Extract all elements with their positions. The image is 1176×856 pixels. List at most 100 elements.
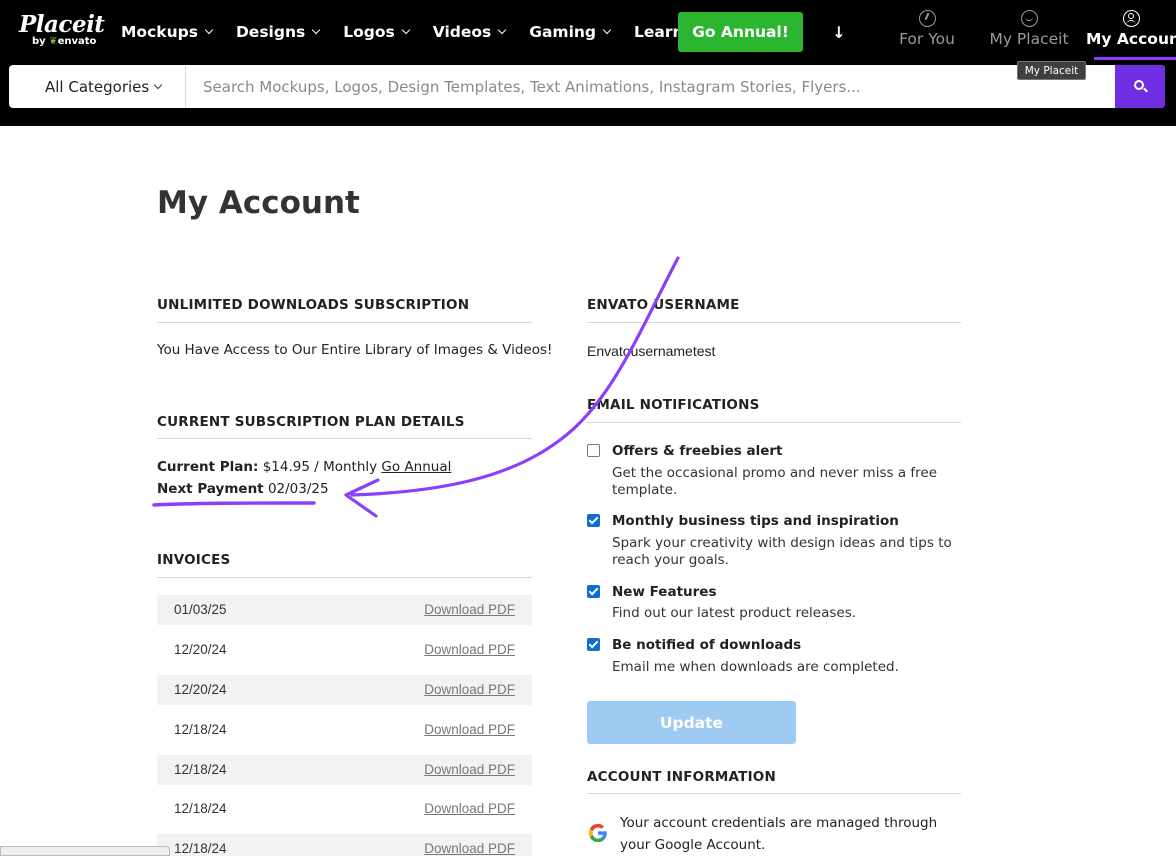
chevron-down-icon — [153, 80, 163, 90]
invoice-row: 12/18/24 Download PDF — [157, 715, 532, 745]
invoices-heading: INVOICES — [157, 552, 231, 568]
current-plan-value: $14.95 / Monthly — [262, 459, 378, 475]
nav-logos[interactable]: Logos — [343, 20, 410, 44]
offers-desc: Get the occasional promo and never miss … — [612, 465, 938, 498]
email-notifications-heading: EMAIL NOTIFICATIONS — [587, 397, 760, 413]
nav-designs[interactable]: Designs — [235, 20, 321, 44]
current-plan-line: Current Plan: $14.95 / Monthly Go Annual — [157, 459, 451, 475]
logo-by: by — [32, 36, 46, 47]
invoice-row: 12/18/24 Download PDF — [157, 794, 532, 824]
annotation-arrow-head — [344, 478, 380, 518]
invoice-row: 01/03/25 Download PDF — [157, 595, 532, 625]
tips-checkbox[interactable] — [587, 514, 600, 527]
search-icon-handle — [1143, 87, 1148, 93]
logo-envato: envato — [57, 36, 97, 47]
top-nav-bar: Placeit by ❦envato Mockups Designs Logos… — [0, 0, 1176, 126]
tab-my-placeit[interactable]: My Placeit — [988, 10, 1070, 48]
current-plan-label: Current Plan: — [157, 459, 259, 475]
go-annual-link[interactable]: Go Annual — [381, 459, 451, 475]
nav-logos-label: Logos — [343, 23, 395, 41]
offers-title: Offers & freebies alert — [612, 443, 783, 459]
search-bar: All Categories — [9, 65, 1165, 108]
chevron-down-icon — [498, 25, 507, 35]
envato-leaf-icon: ❦ — [49, 36, 58, 47]
chevron-down-icon — [401, 25, 410, 35]
invoice-date: 12/18/24 — [174, 722, 227, 737]
new-features-desc: Find out our latest product releases. — [612, 605, 857, 621]
downloads-checkbox[interactable] — [587, 638, 600, 651]
invoice-date: 12/20/24 — [174, 642, 227, 657]
tips-desc: Spark your creativity with design ideas … — [612, 535, 952, 568]
category-select-value: All Categories — [45, 77, 150, 96]
tab-my-account-label: My Account — [1086, 30, 1176, 48]
invoice-date: 01/03/25 — [174, 602, 227, 617]
google-icon — [588, 823, 607, 843]
next-payment-label: Next Payment — [157, 481, 264, 497]
download-pdf-link[interactable]: Download PDF — [424, 642, 515, 657]
browser-status-url — [0, 846, 170, 856]
download-arrow-icon[interactable]: ↓ — [831, 22, 847, 44]
search-button[interactable] — [1115, 65, 1165, 108]
invoice-row: 12/18/24 Download PDF — [157, 755, 532, 785]
new-features-checkbox[interactable] — [587, 585, 600, 598]
divider — [157, 577, 532, 578]
nav-learn-label: Learn — [634, 23, 684, 41]
subscription-heading: UNLIMITED DOWNLOADS SUBSCRIPTION — [157, 297, 470, 313]
invoice-row: 12/20/24 Download PDF — [157, 635, 532, 665]
tab-my-placeit-label: My Placeit — [989, 30, 1069, 48]
tips-title: Monthly business tips and inspiration — [612, 513, 899, 529]
annotation-underline — [152, 501, 316, 507]
chevron-down-icon — [204, 25, 214, 35]
download-pdf-link[interactable]: Download PDF — [424, 762, 515, 777]
divider — [157, 438, 532, 439]
update-button[interactable]: Update — [587, 701, 796, 744]
nav-gaming-label: Gaming — [529, 23, 597, 41]
divider — [157, 322, 532, 323]
tab-for-you-label: For You — [899, 30, 955, 48]
account-info-text: Your account credentials are managed thr… — [620, 815, 938, 853]
invoice-row: 12/20/24 Download PDF — [157, 675, 532, 705]
offers-checkbox[interactable] — [587, 444, 600, 457]
download-pdf-link[interactable]: Download PDF — [424, 722, 515, 737]
logo-wordmark: Placeit — [19, 11, 105, 38]
download-pdf-link[interactable]: Download PDF — [424, 801, 515, 816]
divider — [587, 793, 961, 794]
invoice-date: 12/18/24 — [174, 762, 227, 777]
divider — [587, 422, 961, 423]
downloads-title: Be notified of downloads — [612, 637, 802, 653]
nav-videos-label: Videos — [432, 23, 492, 41]
nav-videos[interactable]: Videos — [432, 20, 507, 44]
nav-designs-label: Designs — [235, 23, 306, 41]
nav-mockups-label: Mockups — [121, 23, 198, 41]
tab-my-account[interactable]: My Account — [1086, 10, 1176, 48]
user-circle-icon — [1122, 10, 1140, 27]
tab-for-you[interactable]: For You — [896, 10, 958, 48]
main-nav: Mockups Designs Logos Videos Gaming Lear… — [121, 20, 699, 44]
new-features-title: New Features — [612, 584, 717, 600]
active-tab-indicator — [1094, 57, 1176, 60]
category-select[interactable]: All Categories — [9, 65, 186, 108]
next-payment-value: 02/03/25 — [267, 481, 329, 497]
chevron-down-icon — [602, 25, 612, 35]
account-information-heading: ACCOUNT INFORMATION — [587, 769, 776, 785]
divider — [587, 322, 961, 323]
go-annual-button[interactable]: Go Annual! — [678, 12, 803, 52]
download-pdf-link[interactable]: Download PDF — [424, 682, 515, 697]
nav-gaming[interactable]: Gaming — [529, 20, 612, 44]
envato-username: Envatousernametest — [587, 343, 716, 359]
smile-icon — [1020, 10, 1038, 27]
search-input[interactable] — [187, 65, 1115, 108]
download-pdf-link[interactable]: Download PDF — [424, 841, 515, 856]
logo-byline: by ❦envato — [32, 36, 104, 48]
page-title: My Account — [157, 185, 360, 221]
tooltip-my-placeit: My Placeit — [1017, 61, 1086, 80]
subscription-text: You Have Access to Our Entire Library of… — [157, 342, 553, 358]
placeit-logo[interactable]: Placeit by ❦envato — [19, 11, 105, 48]
envato-username-heading: ENVATO USERNAME — [587, 297, 740, 313]
invoice-date: 12/20/24 — [174, 682, 227, 697]
invoice-row: 12/18/24 Download PDF — [157, 834, 532, 856]
download-pdf-link[interactable]: Download PDF — [424, 602, 515, 617]
invoice-date: 12/18/24 — [174, 841, 227, 856]
plan-heading: CURRENT SUBSCRIPTION PLAN DETAILS — [157, 414, 465, 430]
nav-mockups[interactable]: Mockups — [121, 20, 214, 44]
